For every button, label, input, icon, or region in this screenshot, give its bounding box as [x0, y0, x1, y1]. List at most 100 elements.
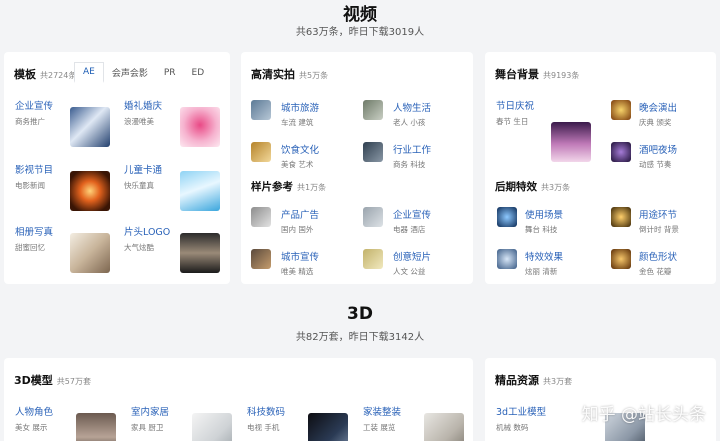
sample-item-creative-short[interactable]: 创意短片 人文 公益	[393, 249, 431, 277]
usage-stage-icon[interactable]	[611, 207, 631, 227]
item-tags: 浪漫唯美	[124, 117, 154, 126]
post-item-usage-scene[interactable]: 使用场景 舞台 科技	[525, 207, 563, 235]
color-shape-icon[interactable]	[611, 249, 631, 269]
item-title: 婚礼婚庆	[124, 101, 163, 112]
city-promo-icon[interactable]	[251, 249, 271, 269]
model-item-interior[interactable]: 室内家居 家具 厨卫	[131, 404, 169, 433]
item-tags: 电视 手机	[247, 423, 280, 432]
tab-ae[interactable]: AE	[74, 62, 104, 83]
usage-scene-icon[interactable]	[497, 207, 517, 227]
corporate-thumbnail[interactable]	[70, 107, 110, 147]
template-item-album[interactable]: 相册写真 甜蜜回忆	[15, 224, 53, 253]
item-tags: 倒计时 背景	[639, 225, 679, 234]
template-item-corporate[interactable]: 企业宣传 商务推广	[15, 98, 53, 127]
sample-section-header: 样片参考 共1万条	[251, 179, 326, 194]
threed-section-subtitle: 共82万套，昨日下载3142人	[295, 332, 425, 343]
sample-item-corporate-promo[interactable]: 企业宣传 电器 酒店	[393, 207, 431, 235]
item-tags: 大气炫酷	[124, 243, 154, 252]
characters-thumbnail[interactable]	[76, 413, 116, 441]
model-item-characters[interactable]: 人物角色 美女 展示	[15, 404, 53, 433]
gala-show-icon[interactable]	[611, 100, 631, 120]
wedding-thumbnail[interactable]	[180, 107, 220, 147]
template-item-kids-cartoon[interactable]: 儿童卡通 快乐童真	[124, 162, 162, 191]
product-ad-icon[interactable]	[251, 207, 271, 227]
tab-ed[interactable]: ED	[184, 64, 213, 82]
template-item-intro-logo[interactable]: 片头LOGO 大气炫酷	[124, 224, 170, 253]
bar-night-icon[interactable]	[611, 142, 631, 162]
model-item-home-decor[interactable]: 家装整装 工装 展览	[363, 404, 401, 433]
item-tags: 唯美 精选	[281, 267, 314, 276]
video-section-title: 视频	[343, 5, 377, 25]
album-thumbnail[interactable]	[70, 233, 110, 273]
video-section-subtitle: 共63万条，昨日下载3019人	[295, 27, 425, 38]
sample-item-product-ad[interactable]: 产品广告 国内 国外	[281, 207, 319, 235]
premium-title: 精品资源	[495, 374, 539, 387]
item-tags: 机械 数码	[496, 423, 529, 432]
template-item-tv-show[interactable]: 影视节目 电影新闻	[15, 162, 53, 191]
threed-model-header: 3D模型 共57万套	[14, 372, 91, 388]
item-title: 儿童卡通	[124, 165, 163, 176]
tech-digital-thumbnail[interactable]	[308, 413, 348, 441]
food-culture-icon[interactable]	[251, 142, 271, 162]
item-title: 片头LOGO	[124, 227, 171, 238]
stage-item-gala[interactable]: 晚会演出 庆典 颁奖	[639, 100, 677, 128]
stage-item-bar-night[interactable]: 酒吧夜场 动感 节奏	[639, 142, 677, 170]
people-life-icon[interactable]	[363, 100, 383, 120]
stage-card-title: 舞台背景	[495, 68, 539, 81]
post-item-color-shape[interactable]: 颜色形状 金色 花瓣	[639, 249, 677, 277]
sample-section-count: 共1万条	[297, 183, 327, 192]
item-tags: 人文 公益	[393, 267, 426, 276]
item-title: 用途环节	[639, 210, 678, 221]
item-title: 晚会演出	[639, 103, 678, 114]
sample-item-city-promo[interactable]: 城市宣传 唯美 精选	[281, 249, 319, 277]
item-title: 家装整装	[363, 407, 402, 418]
festival-thumbnail[interactable]	[551, 122, 591, 162]
item-tags: 动感 节奏	[639, 160, 672, 169]
item-tags: 商务 科技	[393, 160, 426, 169]
threed-section-title: 3D	[347, 304, 373, 324]
item-title: 创意短片	[393, 252, 432, 263]
home-decor-thumbnail[interactable]	[424, 413, 464, 441]
item-title: 酒吧夜场	[639, 145, 678, 156]
item-tags: 老人 小孩	[393, 118, 426, 127]
template-card-title: 模板	[14, 68, 36, 81]
template-tabs: AE 会声会影 PR ED	[74, 62, 212, 83]
item-title: 城市旅游	[281, 103, 320, 114]
item-title: 特效效果	[525, 252, 564, 263]
stage-background-card: 舞台背景 共9193条 节日庆祝 春节 生日 晚会演出 庆典 颁奖 酒吧夜场 动…	[485, 52, 716, 284]
item-tags: 美食 艺术	[281, 160, 314, 169]
hd-item-food-culture[interactable]: 饮食文化 美食 艺术	[281, 142, 319, 170]
corporate-promo-icon[interactable]	[363, 207, 383, 227]
tab-pr[interactable]: PR	[156, 64, 184, 82]
hd-card-count: 共5万条	[299, 71, 329, 80]
post-item-usage-stage[interactable]: 用途环节 倒计时 背景	[639, 207, 679, 235]
stage-item-festival[interactable]: 节日庆祝 春节 生日	[496, 98, 534, 127]
interior-thumbnail[interactable]	[192, 413, 232, 441]
post-item-effect-style[interactable]: 特效效果 炫丽 清新	[525, 249, 563, 277]
hd-item-people-life[interactable]: 人物生活 老人 小孩	[393, 100, 431, 128]
item-tags: 快乐童真	[124, 181, 154, 190]
hd-card-title: 高清实拍	[251, 68, 295, 81]
item-tags: 美女 展示	[15, 423, 48, 432]
effect-style-icon[interactable]	[497, 249, 517, 269]
item-title: 企业宣传	[15, 101, 54, 112]
item-title: 行业工作	[393, 145, 432, 156]
hd-card-header: 高清实拍 共5万条	[251, 66, 328, 82]
industry-work-icon[interactable]	[363, 142, 383, 162]
item-title: 企业宣传	[393, 210, 432, 221]
hd-item-industry-work[interactable]: 行业工作 商务 科技	[393, 142, 431, 170]
model-item-tech-digital[interactable]: 科技数码 电视 手机	[247, 404, 285, 433]
item-tags: 车流 建筑	[281, 118, 314, 127]
kids-cartoon-thumbnail[interactable]	[180, 171, 220, 211]
city-travel-icon[interactable]	[251, 100, 271, 120]
tab-huisheng[interactable]: 会声会影	[104, 62, 156, 83]
hd-item-city-travel[interactable]: 城市旅游 车流 建筑	[281, 100, 319, 128]
tv-show-thumbnail[interactable]	[70, 171, 110, 211]
item-title: 3d工业模型	[496, 407, 547, 418]
item-title: 使用场景	[525, 210, 564, 221]
premium-item-industrial[interactable]: 3d工业模型 机械 数码	[496, 404, 546, 433]
intro-logo-thumbnail[interactable]	[180, 233, 220, 273]
template-item-wedding[interactable]: 婚礼婚庆 浪漫唯美	[124, 98, 162, 127]
item-tags: 金色 花瓣	[639, 267, 672, 276]
creative-short-icon[interactable]	[363, 249, 383, 269]
